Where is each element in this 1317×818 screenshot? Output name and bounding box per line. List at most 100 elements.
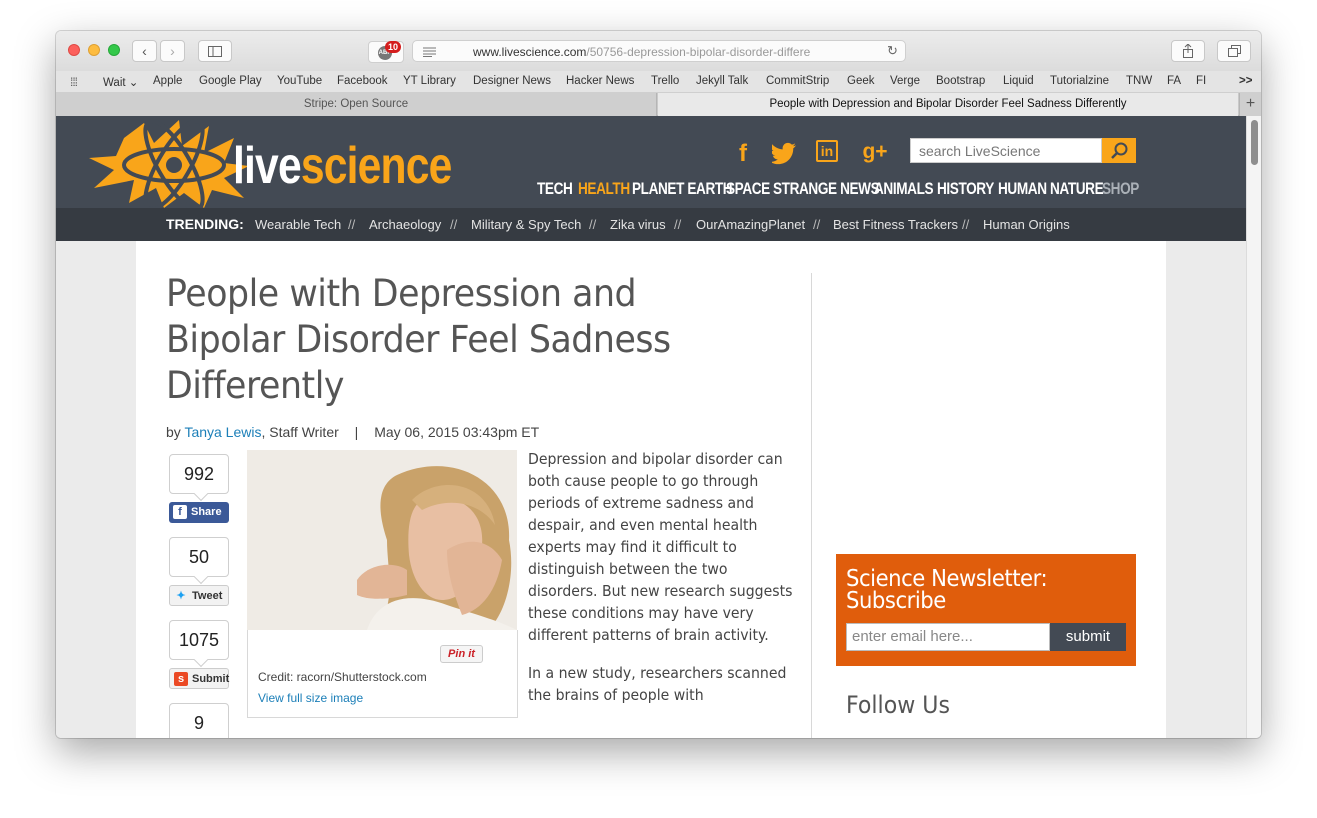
trending-link[interactable]: Wearable Tech: [255, 217, 341, 232]
minimize-window-button[interactable]: [88, 44, 100, 56]
photo-caption: Pin it Credit: racorn/Shutterstock.com V…: [247, 630, 518, 718]
logo-science-text: science: [300, 137, 453, 195]
tweet-button[interactable]: ✦ Tweet: [169, 585, 229, 606]
linkedin-icon[interactable]: in: [816, 140, 842, 166]
newsletter-submit-button[interactable]: submit: [1050, 623, 1126, 651]
pinterest-pin-button[interactable]: Pin it: [440, 645, 483, 663]
reader-icon[interactable]: [423, 47, 436, 57]
stumbleupon-submit-button[interactable]: s Submit: [169, 668, 229, 689]
new-tab-button[interactable]: +: [1239, 93, 1261, 116]
article-page: People with Depression and Bipolar Disor…: [136, 241, 1166, 738]
nav-human-nature[interactable]: HUMAN NATURE: [998, 179, 1104, 199]
nav-shop[interactable]: SHOP: [1102, 179, 1139, 199]
bookmark-item[interactable]: Apple: [153, 75, 182, 87]
facebook-icon[interactable]: f: [730, 140, 756, 167]
reload-icon[interactable]: ↻: [887, 43, 898, 59]
nav-strange-news[interactable]: STRANGE NEWS: [773, 179, 880, 199]
back-button[interactable]: ‹: [132, 40, 157, 62]
share-button[interactable]: [1171, 40, 1205, 62]
facebook-share-widget: 992 f Share: [169, 454, 229, 523]
facebook-share-label: Share: [191, 506, 222, 518]
bookmark-item[interactable]: Bootstrap: [936, 75, 985, 87]
bookmark-item[interactable]: Hacker News: [566, 75, 634, 87]
tab-stripe[interactable]: Stripe: Open Source: [56, 93, 657, 116]
byline-separator: |: [354, 424, 359, 440]
tab-bar: Stripe: Open Source People with Depressi…: [56, 93, 1261, 116]
bookmark-item[interactable]: Jekyll Talk: [696, 75, 748, 87]
trending-separator: //: [348, 217, 356, 232]
twitter-icon[interactable]: [772, 140, 798, 166]
bookmark-item[interactable]: Liquid: [1003, 75, 1034, 87]
sidebar-icon: [208, 45, 222, 57]
share-widget: 9: [169, 703, 229, 738]
trending-link[interactable]: Zika virus: [610, 217, 666, 232]
twitter-share-count: 50: [169, 537, 229, 577]
newsletter-email-input[interactable]: enter email here...: [846, 623, 1050, 651]
url-domain: www.livescience.com: [473, 45, 587, 59]
photo-credit: Credit: racorn/Shutterstock.com: [258, 670, 427, 684]
tab-article[interactable]: People with Depression and Bipolar Disor…: [658, 93, 1238, 116]
facebook-share-button[interactable]: f Share: [169, 502, 229, 523]
chevron-left-icon: ‹: [142, 43, 147, 59]
nav-animals[interactable]: ANIMALS: [874, 179, 934, 199]
byline: by Tanya Lewis, Staff Writer | May 06, 2…: [166, 424, 539, 440]
site-header: livescience f in g+ search LiveScience T…: [56, 116, 1246, 208]
tweet-label: Tweet: [192, 590, 223, 602]
bookmark-item[interactable]: Wait ⌄: [103, 75, 138, 89]
trending-separator: //: [962, 217, 970, 232]
submit-label: Submit: [192, 673, 230, 685]
article-body: Depression and bipolar disorder can both…: [528, 448, 792, 722]
bookmark-item[interactable]: Trello: [651, 75, 679, 87]
trending-separator: //: [450, 217, 458, 232]
bookmark-item[interactable]: Tutorialzine: [1050, 75, 1109, 87]
trending-link[interactable]: Military & Spy Tech: [471, 217, 581, 232]
bookmark-item[interactable]: TNW: [1126, 75, 1152, 87]
bookmark-item[interactable]: Designer News: [473, 75, 551, 87]
adblock-button[interactable]: ABP 10: [368, 41, 404, 63]
address-bar[interactable]: ABP 10 www.livescience.com/50756-depress…: [368, 40, 906, 63]
bookmark-item[interactable]: Verge: [890, 75, 920, 87]
facebook-icon: f: [173, 505, 187, 519]
maximize-window-button[interactable]: [108, 44, 120, 56]
trending-link[interactable]: OurAmazingPlanet: [696, 217, 805, 232]
site-logo[interactable]: livescience: [233, 136, 452, 196]
bookmark-item[interactable]: YouTube: [277, 75, 322, 87]
article-paragraph: Depression and bipolar disorder can both…: [528, 450, 793, 644]
bookmark-item[interactable]: FI: [1196, 75, 1206, 87]
google-plus-icon[interactable]: g+: [862, 140, 888, 166]
follow-us-heading: Follow Us: [846, 691, 950, 719]
bookmark-item[interactable]: FA: [1167, 75, 1181, 87]
article-photo[interactable]: [247, 450, 517, 630]
tabs-overview-button[interactable]: [1217, 40, 1251, 62]
bookmark-item[interactable]: CommitStrip: [766, 75, 829, 87]
nav-history[interactable]: HISTORY: [937, 179, 994, 199]
bookmarks-bar: ⁞⁞⁞ Wait ⌄ Apple Google Play YouTube Fac…: [56, 71, 1261, 93]
forward-button[interactable]: ›: [160, 40, 185, 62]
nav-tech[interactable]: TECH: [537, 179, 573, 199]
newsletter-title: Science Newsletter: Subscribe: [846, 566, 1048, 614]
search-icon: [1111, 142, 1128, 159]
page-scrollbar[interactable]: [1246, 116, 1261, 738]
view-full-size-link[interactable]: View full size image: [258, 691, 363, 705]
bookmark-item[interactable]: Geek: [847, 75, 875, 87]
nav-health[interactable]: HEALTH: [578, 179, 630, 199]
site-search-button[interactable]: [1102, 138, 1136, 163]
author-link[interactable]: Tanya Lewis: [184, 424, 261, 440]
sidebar-toggle-button[interactable]: [198, 40, 232, 62]
trending-separator: //: [813, 217, 821, 232]
trending-link[interactable]: Best Fitness Trackers: [833, 217, 958, 232]
trending-link[interactable]: Human Origins: [983, 217, 1070, 232]
stumbleupon-icon: s: [174, 672, 188, 686]
scrollbar-thumb[interactable]: [1251, 120, 1258, 165]
nav-planet-earth[interactable]: PLANET EARTH: [632, 179, 733, 199]
nav-space[interactable]: SPACE: [726, 179, 770, 199]
close-window-button[interactable]: [68, 44, 80, 56]
adblock-badge: 10: [385, 41, 402, 53]
bookmark-item[interactable]: Google Play: [199, 75, 262, 87]
bookmark-item[interactable]: YT Library: [403, 75, 456, 87]
bookmark-item[interactable]: Facebook: [337, 75, 388, 87]
grid-icon[interactable]: ⁞⁞⁞: [70, 75, 78, 89]
trending-link[interactable]: Archaeology: [369, 217, 441, 232]
bookmarks-overflow-button[interactable]: >>: [1239, 75, 1252, 87]
site-search-input[interactable]: search LiveScience: [910, 138, 1102, 163]
